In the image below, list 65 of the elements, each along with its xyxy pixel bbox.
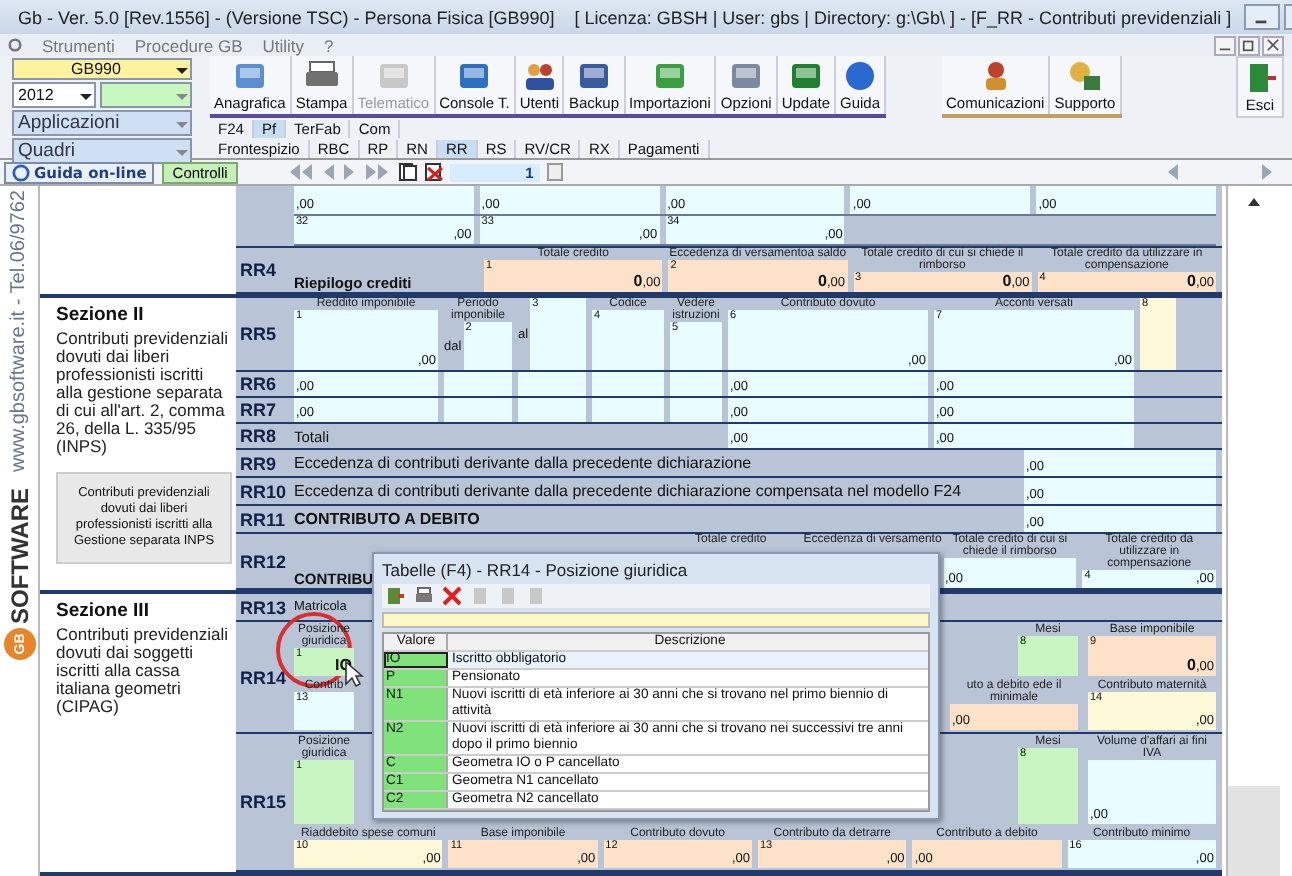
- menu-item[interactable]: Procedure GB: [134, 35, 243, 55]
- scroll-up-icon[interactable]: [1246, 196, 1262, 208]
- previous-page-icon[interactable]: [319, 162, 336, 182]
- logo-text: SOFTWARE: [5, 488, 33, 625]
- input-field[interactable]: [592, 398, 664, 422]
- row-code: RR7: [238, 400, 279, 420]
- row-code: RR15: [238, 792, 288, 812]
- scroll-right-icon[interactable]: [1260, 162, 1276, 182]
- section-title: Sezione II: [56, 304, 146, 326]
- input-field[interactable]: [670, 398, 722, 422]
- row-code: RR6: [238, 374, 279, 394]
- section-title: Sezione III: [56, 600, 151, 622]
- window-title: Gb - Ver. 5.0 [Rev.1556] - (Versione TSC) - Persona Fisica [GB990]: [18, 7, 555, 27]
- section-description: Contributi previdenziali dovuti dai liberi professionisti iscritti alla gestione separata di cui all'art. 2, comma 26, della L. 335/95 (INPS): [56, 330, 230, 456]
- row-label: CONTRIBUTO A DEBITO: [294, 510, 482, 528]
- row-code: RR9: [238, 453, 279, 473]
- row-code: RR11: [238, 509, 288, 529]
- close-icon: [1266, 38, 1280, 52]
- minimize-button[interactable]: [1243, 4, 1280, 30]
- year-dropdown[interactable]: 2012: [12, 82, 96, 108]
- row-code: RR14: [238, 667, 288, 687]
- input-field[interactable]: [444, 398, 512, 422]
- delete-icon[interactable]: [442, 586, 462, 606]
- scrollbar-thumb[interactable]: [1228, 786, 1280, 876]
- row-code: RR10: [238, 481, 288, 501]
- dialog-title: Tabelle (F4) - RR14 - Posizione giuridica: [382, 560, 690, 580]
- section-description: Contributi previdenziali dovuti dai soggetti iscritti alla cassa italiana geometri (CIPAG): [56, 626, 230, 716]
- row-code: RR8: [238, 426, 279, 446]
- restore-icon: [1242, 38, 1256, 52]
- users-icon: [521, 60, 558, 92]
- child-close-button[interactable]: [1262, 35, 1284, 55]
- child-restore-button[interactable]: [1238, 35, 1260, 55]
- row-code: RR5: [238, 324, 279, 344]
- row-code: RR13: [238, 597, 288, 617]
- support-icon: [1066, 60, 1103, 92]
- row-code: RR4: [238, 260, 279, 280]
- row-label: Eccedenza di contributi derivante dalla precedente dichiarazione: [294, 454, 754, 472]
- input-field[interactable]: [444, 372, 512, 396]
- window-info: [ Licenza: GBSH | User: gbs | Directory: g:\Gb\ ] - [F_RR - Contributi previdenziali ]: [574, 7, 1232, 27]
- filter-dropdown[interactable]: [100, 82, 192, 108]
- delete-page-icon[interactable]: [423, 162, 444, 182]
- input-field[interactable]: [518, 398, 586, 422]
- company-dropdown[interactable]: GB990: [12, 58, 192, 80]
- page-zoom-icon[interactable]: [545, 162, 566, 182]
- row-code: RR12: [238, 551, 288, 571]
- menu-item[interactable]: Utility: [262, 35, 305, 55]
- row-label: Eccedenza di contributi derivante dalla precedente dichiarazione compensata nel modello F24: [294, 482, 964, 500]
- menu-item[interactable]: Strumenti: [42, 35, 115, 55]
- input-field[interactable]: [518, 372, 586, 396]
- printer-icon: [303, 60, 340, 92]
- copy-page-icon[interactable]: [397, 162, 418, 182]
- filter-field[interactable]: [382, 612, 930, 628]
- next-page-icon[interactable]: [341, 162, 358, 182]
- website-text: www.gbsoftware.it - Tel.06/9762: [8, 190, 30, 473]
- export-icon[interactable]: [386, 586, 406, 606]
- scroll-left-icon[interactable]: [1164, 162, 1180, 182]
- menu-item[interactable]: ?: [324, 35, 334, 55]
- input-field[interactable]: [670, 372, 722, 396]
- monitor-icon: [456, 60, 493, 92]
- printer-icon[interactable]: [414, 586, 434, 606]
- vertical-scrollbar[interactable]: [1226, 186, 1280, 876]
- applications-dropdown[interactable]: Applicazioni: [12, 110, 192, 136]
- child-minimize-button[interactable]: [1214, 35, 1236, 55]
- input-field[interactable]: [592, 372, 664, 396]
- forms-dropdown[interactable]: Quadri: [12, 138, 192, 164]
